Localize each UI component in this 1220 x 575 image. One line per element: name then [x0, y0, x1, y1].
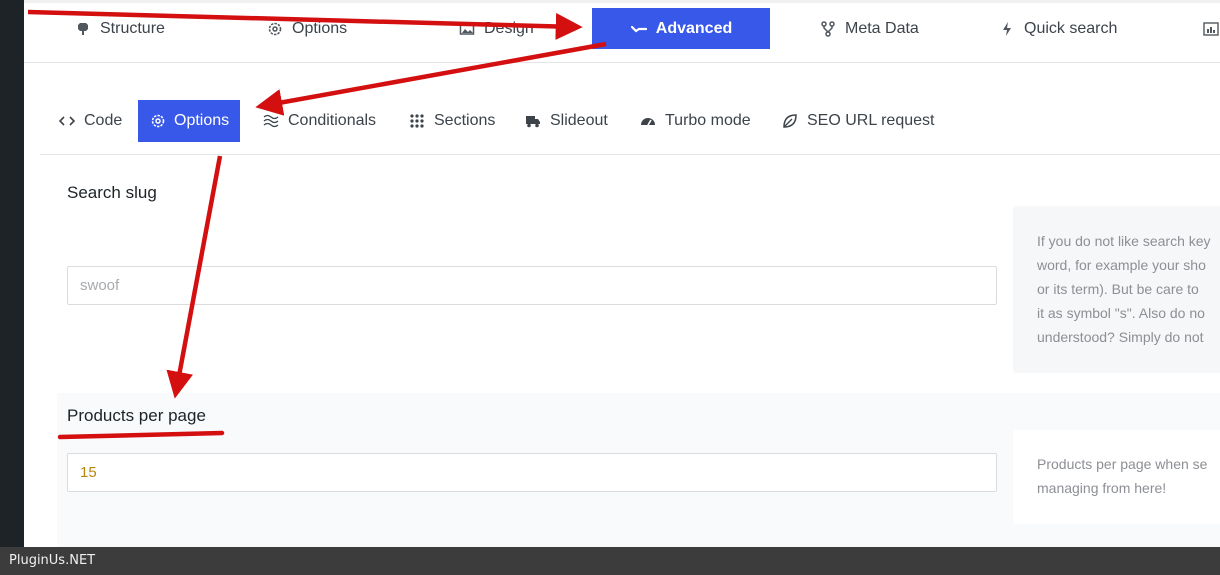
search-slug-label: Search slug	[67, 183, 157, 202]
subtab-sections[interactable]: Sections	[408, 100, 495, 142]
search-slug-help-line: If you do not like search key	[1037, 233, 1211, 249]
subtab-seo-url-request-label: SEO URL request	[807, 112, 935, 129]
products-per-page-help-line: Products per page when se	[1037, 456, 1208, 472]
leaf-icon	[781, 112, 799, 130]
subtab-turbo-mode[interactable]: Turbo mode	[639, 100, 751, 142]
products-per-page-input[interactable]	[67, 453, 997, 492]
cubes-icon	[74, 20, 92, 38]
search-slug-input[interactable]	[67, 266, 997, 305]
subtab-conditionals[interactable]: Conditionals	[262, 100, 376, 142]
admin-sidebar-strip	[0, 0, 24, 547]
tab-quick-search-label: Quick search	[1024, 19, 1118, 37]
subtab-conditionals-label: Conditionals	[288, 112, 377, 129]
code-icon	[58, 112, 76, 130]
bolt-icon	[998, 20, 1016, 38]
tab-advanced[interactable]: Advanced	[592, 8, 770, 49]
search-slug-help-line: it as symbol "s". Also do no	[1037, 305, 1205, 321]
tab-design-label: Design	[484, 19, 534, 37]
nodes-icon	[819, 20, 837, 38]
products-per-page-help: Products per page when se managing from …	[1013, 430, 1220, 524]
products-per-page-help-line: managing from here!	[1037, 480, 1167, 496]
products-per-page-label: Products per page	[67, 406, 206, 425]
search-slug-help-line: word, for example your sho	[1037, 257, 1206, 273]
watermark-bar: PluginUs.NET	[0, 547, 1220, 575]
grid-icon	[408, 112, 426, 130]
tab-statistics[interactable]	[1202, 8, 1220, 49]
bar-chart-icon	[1202, 20, 1220, 38]
subtab-slideout-label: Slideout	[550, 112, 608, 129]
search-slug-help-line: understood? Simply do not	[1037, 329, 1204, 345]
gauge-icon	[639, 112, 657, 130]
search-slug-help: If you do not like search key word, for …	[1013, 206, 1220, 373]
tab-meta-data-label: Meta Data	[845, 19, 919, 37]
tab-quick-search[interactable]: Quick search	[998, 8, 1117, 49]
tab-structure-label: Structure	[100, 19, 165, 37]
search-slug-help-line: or its term). But be care to	[1037, 281, 1199, 297]
tab-options-label: Options	[292, 19, 348, 37]
subtab-options[interactable]: Options	[138, 100, 240, 142]
panel-top-line	[24, 0, 1220, 3]
truck-icon	[524, 112, 542, 130]
watermark-text: PluginUs.NET	[9, 553, 96, 568]
gear-icon	[150, 112, 166, 130]
subtab-turbo-mode-label: Turbo mode	[665, 112, 751, 129]
main-tabs-divider	[24, 62, 1220, 63]
subtab-options-label: Options	[174, 112, 230, 129]
tab-options[interactable]: Options	[266, 8, 347, 49]
subtab-slideout[interactable]: Slideout	[524, 100, 608, 142]
chart-line-icon	[630, 20, 648, 38]
tab-meta-data[interactable]: Meta Data	[819, 8, 919, 49]
subtab-seo-url-request[interactable]: SEO URL request	[781, 100, 934, 142]
tab-design[interactable]: Design	[458, 8, 534, 49]
sub-tabs-divider	[40, 154, 1220, 155]
settings-panel: Structure Options Design Advanced Meta D…	[24, 0, 1220, 547]
wave-icon	[262, 112, 280, 130]
subtab-sections-label: Sections	[434, 112, 496, 129]
image-icon	[458, 20, 476, 38]
tab-structure[interactable]: Structure	[74, 8, 165, 49]
subtab-code-label: Code	[84, 112, 123, 129]
gear-icon	[266, 20, 284, 38]
subtab-code[interactable]: Code	[58, 100, 122, 142]
tab-advanced-label: Advanced	[655, 19, 733, 37]
